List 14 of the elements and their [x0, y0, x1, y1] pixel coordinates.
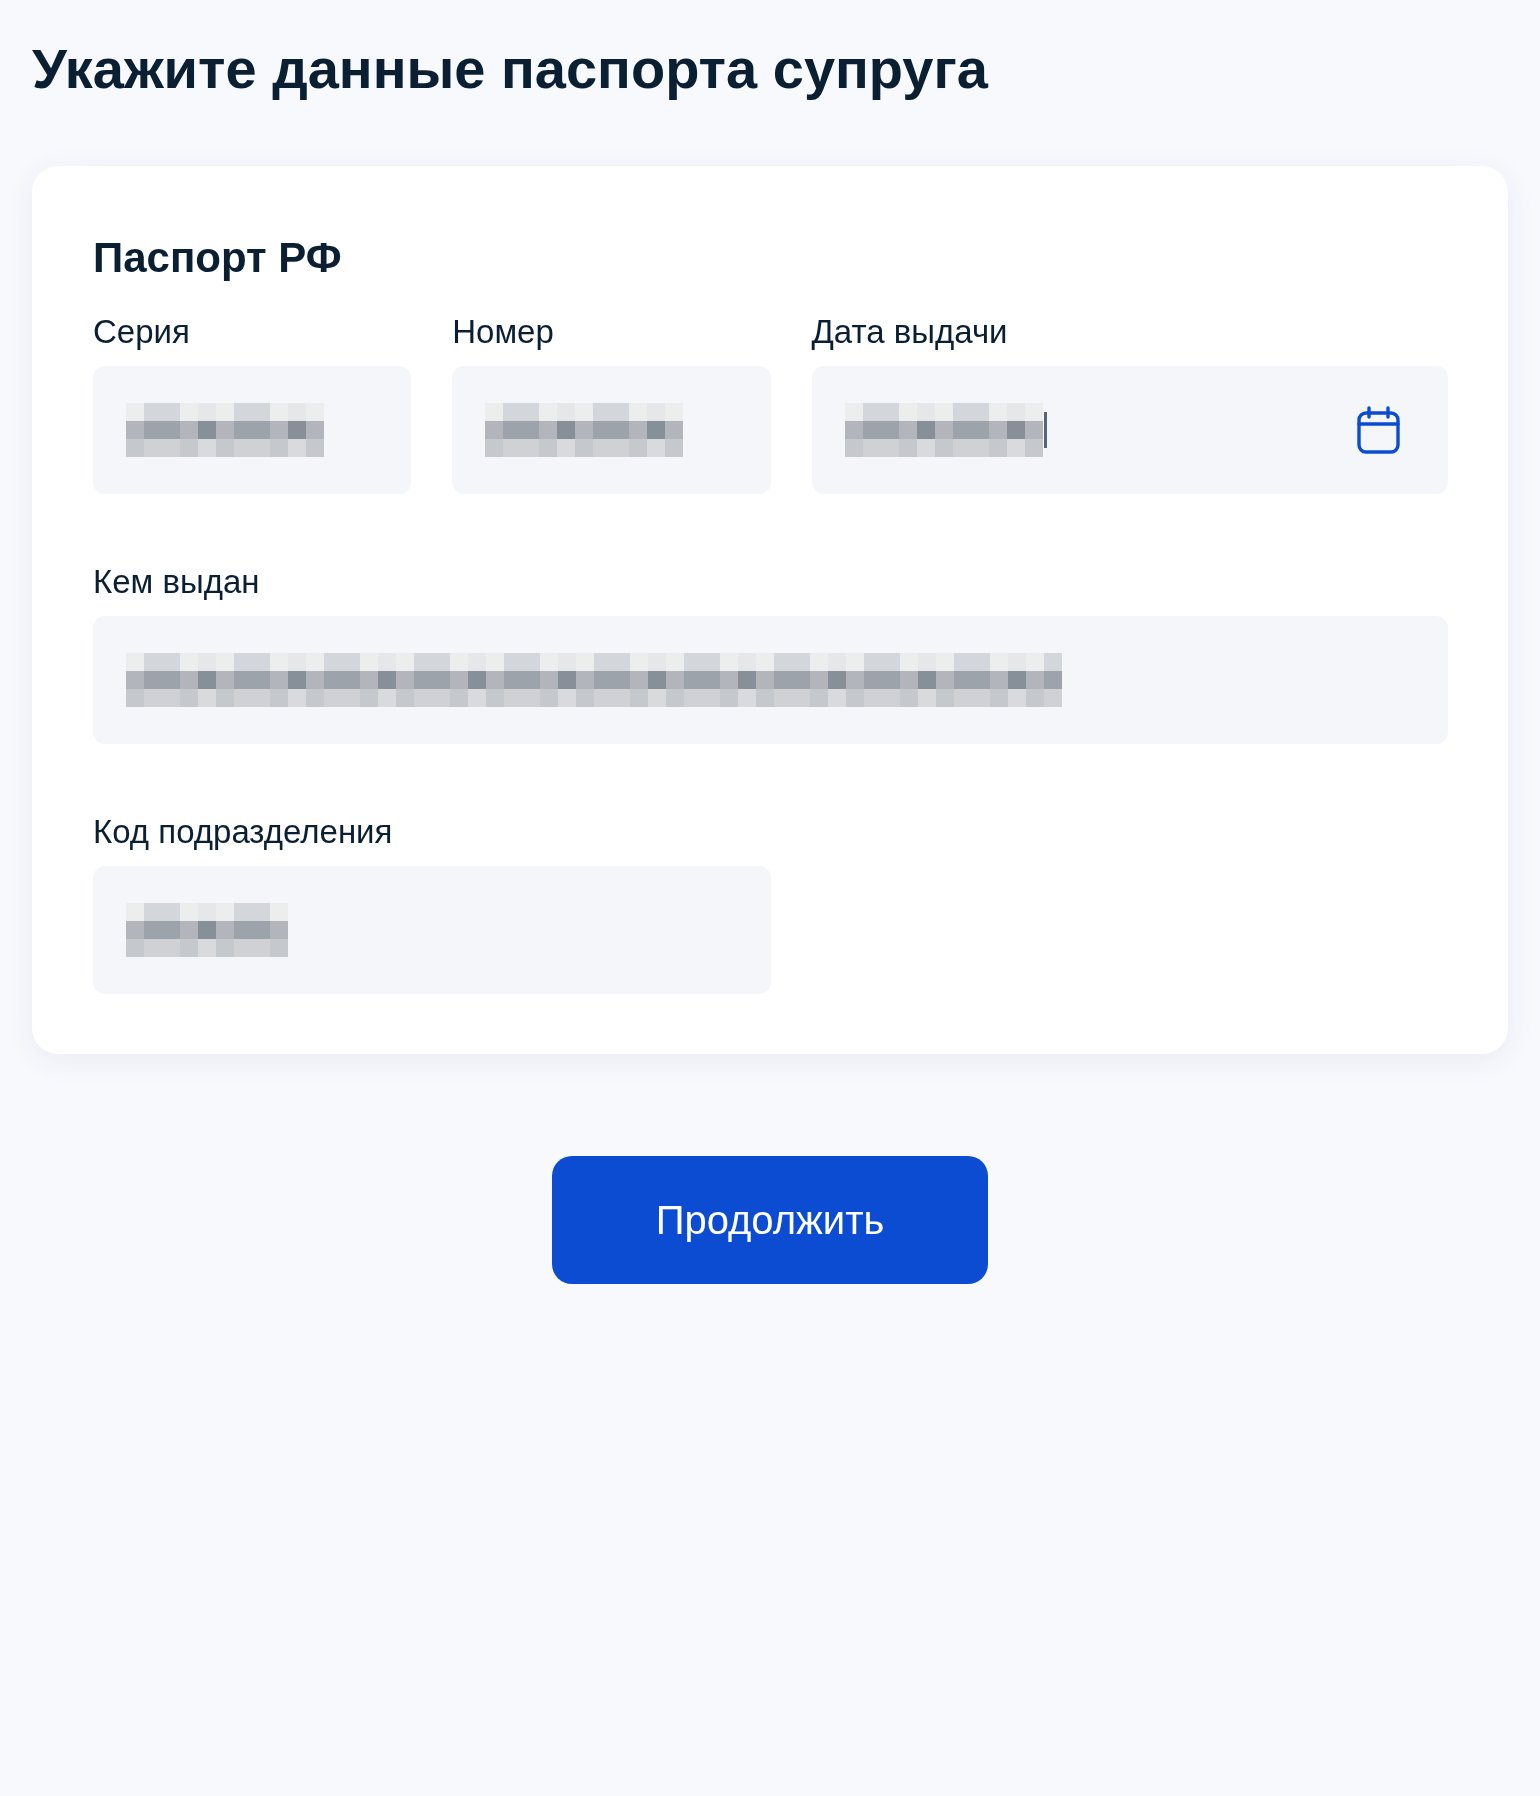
- input-field[interactable]: [93, 866, 771, 994]
- input-field[interactable]: [93, 616, 1448, 744]
- field-label: Номер: [452, 313, 555, 351]
- input-field[interactable]: [811, 366, 1448, 494]
- continue-button[interactable]: Продолжить: [552, 1156, 988, 1284]
- section-heading: Паспорт РФ: [93, 234, 343, 282]
- field-label: Серия: [93, 313, 191, 351]
- field-label: Код подразделения: [93, 813, 394, 851]
- input-field[interactable]: [452, 366, 771, 494]
- input-field[interactable]: [93, 366, 412, 494]
- field-label: Кем выдан: [93, 563, 261, 601]
- field-label: Дата выдачи: [811, 313, 1009, 351]
- page-title: Укажите данные паспорта супруга: [32, 36, 990, 102]
- calendar-icon[interactable]: [1357, 406, 1400, 454]
